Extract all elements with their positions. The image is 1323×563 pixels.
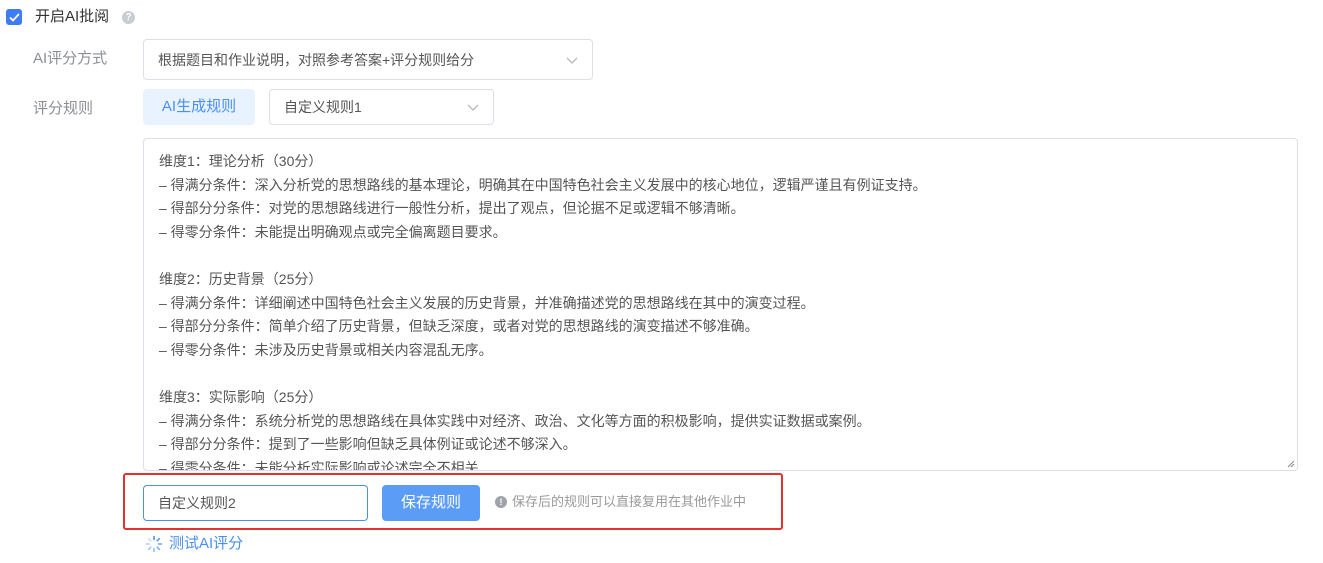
rules-textarea[interactable]: 维度1：理论分析（30分） – 得满分条件：深入分析党的思想路线的基本理论，明确…: [143, 138, 1298, 471]
save-rule-hint: 保存后的规则可以直接复用在其他作业中: [512, 494, 747, 509]
rules-line: [159, 244, 1297, 268]
rules-line: – 得部分分条件：提到了一些影响但缺乏具体例证或论述不够深入。: [159, 436, 577, 453]
rules-line: – 得满分条件：详细阐述中国特色社会主义发展的历史背景，并准确描述党的思想路线在…: [159, 294, 815, 311]
info-circle-icon: !: [495, 496, 507, 508]
rules-line: [159, 362, 1297, 386]
rule-template-value: 自定义规则1: [284, 99, 362, 115]
rules-line: – 得零分条件：未能提出明确观点或完全偏离题目要求。: [159, 223, 507, 240]
rules-line: – 得部分分条件：简单介绍了历史背景，但缺乏深度，或者对党的思想路线的演变描述不…: [159, 318, 759, 335]
ai-generate-rules-button[interactable]: AI生成规则: [143, 89, 255, 125]
chevron-down-icon: [467, 104, 479, 111]
rules-line: – 得零分条件：未涉及历史背景或相关内容混乱无序。: [159, 341, 493, 358]
rules-line: 维度2：历史背景（25分）: [159, 270, 323, 287]
test-ai-scoring-link[interactable]: 测试AI评分: [145, 534, 243, 554]
rule-name-input[interactable]: [143, 485, 368, 521]
rules-line: 维度3：实际影响（25分）: [159, 388, 323, 405]
rules-line: – 得满分条件：系统分析党的思想路线在具体实践中对经济、政治、文化等方面的积极影…: [159, 412, 871, 429]
scoring-rules-label: 评分规则: [33, 100, 94, 117]
rule-template-select[interactable]: 自定义规则1: [269, 89, 494, 125]
enable-ai-checkbox[interactable]: [6, 9, 22, 25]
rules-line: 维度1：理论分析（30分）: [159, 153, 323, 169]
resize-handle-icon[interactable]: [1285, 458, 1295, 468]
rules-line: – 得零分条件：未能分析实际影响或论述完全不相关: [159, 459, 479, 471]
save-rule-button[interactable]: 保存规则: [382, 485, 480, 521]
rules-line: – 得部分分条件：对党的思想路线进行一般性分析，提出了观点，但论据不足或逻辑不够…: [159, 200, 745, 217]
test-ai-scoring-label: 测试AI评分: [169, 535, 244, 552]
enable-ai-label[interactable]: 开启AI批阅: [35, 7, 109, 27]
question-circle-icon[interactable]: ?: [122, 11, 135, 24]
scoring-method-value: 根据题目和作业说明，对照参考答案+评分规则给分: [158, 51, 475, 68]
scoring-method-select[interactable]: 根据题目和作业说明，对照参考答案+评分规则给分: [143, 39, 593, 80]
checkmark-icon: [8, 12, 20, 22]
chevron-down-icon: [566, 57, 578, 64]
rules-line: – 得满分条件：深入分析党的思想路线的基本理论，明确其在中国特色社会主义发展中的…: [159, 176, 927, 193]
scoring-method-label: AI评分方式: [33, 50, 108, 67]
loading-spinner-icon: [145, 535, 163, 553]
